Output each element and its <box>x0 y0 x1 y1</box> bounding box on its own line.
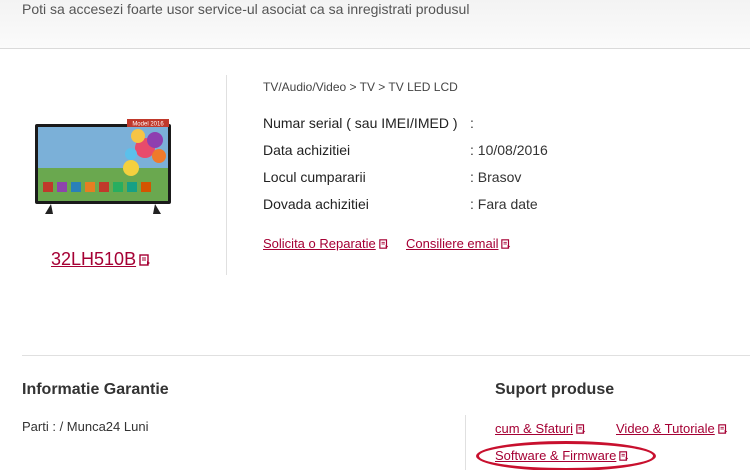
video-tutorials-link[interactable]: Video & Tutoriale <box>616 421 728 436</box>
external-link-icon <box>718 423 727 434</box>
banner-text: Poti sa accesezi foarte usor service-ul … <box>22 1 470 17</box>
detail-label: Dovada achizitiei <box>263 196 369 212</box>
tips-label: cum & Sfaturi <box>495 421 574 436</box>
video-tutorials-label: Video & Tutoriale <box>616 421 715 436</box>
detail-label: Data achizitiei <box>263 142 351 158</box>
model-link[interactable]: 32LH510B <box>51 249 151 270</box>
info-banner: Poti sa accesezi foarte usor service-ul … <box>0 0 750 49</box>
breadcrumb: TV/Audio/Video > TV > TV LED LCD <box>263 80 458 94</box>
tips-link[interactable]: cum & Sfaturi <box>495 421 586 436</box>
horizontal-divider <box>22 355 750 356</box>
detail-value: : 10/08/2016 <box>470 142 548 158</box>
support-title: Suport produse <box>495 381 615 398</box>
svg-text:Model 2016: Model 2016 <box>132 122 164 128</box>
page: Poti sa accesezi foarte usor service-ul … <box>0 0 750 470</box>
vertical-divider <box>465 415 466 470</box>
email-advice-label: Consiliere email <box>406 236 499 251</box>
detail-value: : Brasov <box>470 169 522 185</box>
request-repair-label: Solicita o Reparatie <box>263 236 376 251</box>
detail-value: : <box>470 115 474 131</box>
request-repair-link[interactable]: Solicita o Reparatie <box>263 236 389 251</box>
external-link-icon <box>576 423 586 434</box>
model-name: 32LH510B <box>51 249 137 269</box>
product-image: Model 2016 <box>35 119 171 214</box>
detail-value: : Fara date <box>470 196 538 212</box>
external-link-icon <box>139 253 151 266</box>
highlight-oval <box>476 441 656 470</box>
warranty-title: Informatie Garantie <box>22 381 169 398</box>
email-advice-link[interactable]: Consiliere email <box>406 236 511 251</box>
detail-label: Numar serial ( sau IMEI/IMED ) <box>263 115 458 131</box>
detail-label: Locul cumpararii <box>263 169 366 185</box>
external-link-icon <box>501 238 511 249</box>
warranty-text: Parti : / Munca24 Luni <box>22 419 149 434</box>
external-link-icon <box>378 238 388 249</box>
vertical-divider <box>226 75 227 275</box>
